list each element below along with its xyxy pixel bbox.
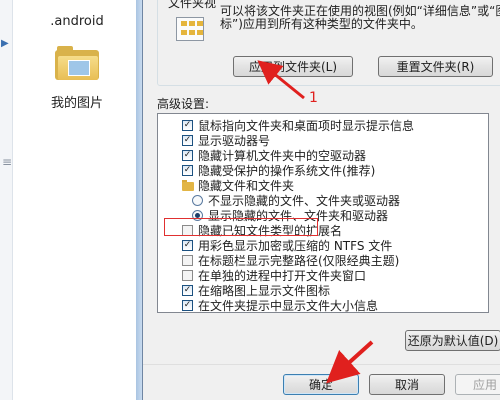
annotation-arrows bbox=[257, 60, 374, 384]
arrow-to-ok-icon bbox=[326, 340, 374, 384]
arrow-to-apply-icon bbox=[257, 60, 305, 100]
